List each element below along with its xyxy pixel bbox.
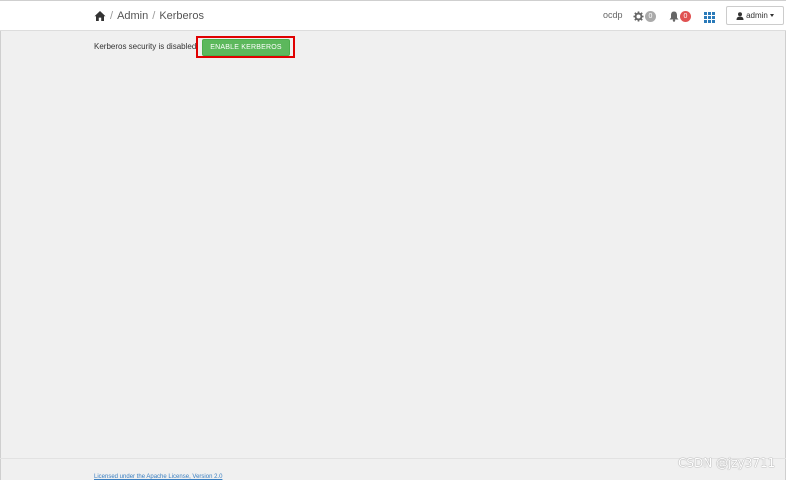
grid-icon[interactable] xyxy=(704,10,715,28)
gear-icon xyxy=(633,10,644,22)
breadcrumb: / Admin / Kerberos xyxy=(94,8,204,24)
alerts-count-badge: 0 xyxy=(680,10,691,22)
home-icon[interactable] xyxy=(94,10,106,22)
user-label: admin xyxy=(746,11,768,20)
footer-divider xyxy=(0,458,786,459)
cluster-name[interactable]: ocdp xyxy=(603,10,623,28)
kerberos-status-text: Kerberos security is disabled xyxy=(94,42,197,51)
chevron-down-icon xyxy=(769,14,774,17)
breadcrumb-kerberos: Kerberos xyxy=(159,10,204,22)
bell-icon xyxy=(669,11,679,22)
breadcrumb-separator: / xyxy=(110,10,114,22)
enable-kerberos-button[interactable]: ENABLE KERBEROS xyxy=(202,39,290,56)
window-frame xyxy=(0,0,786,480)
background-ops-button[interactable]: 0 xyxy=(633,7,656,25)
breadcrumb-separator: / xyxy=(152,10,156,22)
watermark-text: CSDN @jzy3711 xyxy=(678,456,776,470)
license-link[interactable]: Licensed under the Apache License, Versi… xyxy=(94,474,222,480)
alerts-button[interactable]: 0 xyxy=(669,7,691,25)
top-navbar: / Admin / Kerberos ocdp 0 0 admin xyxy=(0,0,786,31)
breadcrumb-admin[interactable]: Admin xyxy=(117,10,148,22)
user-menu-button[interactable]: admin xyxy=(726,6,784,25)
ops-count-badge: 0 xyxy=(645,10,656,22)
user-icon xyxy=(736,11,744,20)
